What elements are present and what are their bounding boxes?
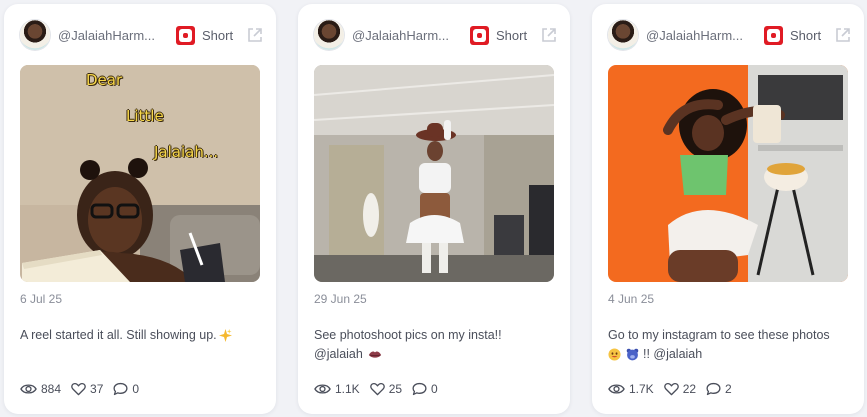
post-caption: See photoshoot pics on my insta!! @jalai… [314, 326, 554, 364]
comments-stat: 2 [706, 382, 732, 396]
card-header: @JalaiahHarm... Short [608, 20, 850, 54]
external-link-icon[interactable] [245, 25, 265, 45]
bear-emoji [627, 348, 639, 361]
sparkles-emoji [218, 329, 232, 343]
post-thumbnail[interactable] [608, 65, 848, 282]
author-handle[interactable]: @JalaiahHarm... [646, 28, 754, 43]
caption-text: Go to my instagram to see these photos [608, 328, 830, 342]
eye-icon [608, 384, 625, 394]
comments-count: 0 [132, 382, 140, 396]
post-date: 4 Jun 25 [608, 292, 655, 306]
post-date: 6 Jul 25 [20, 292, 63, 306]
card-header: @JalaiahHarm... Short [20, 20, 262, 54]
author-handle[interactable]: @JalaiahHarm... [58, 28, 166, 43]
post-stats: 1.7K 22 2 [608, 380, 742, 398]
likes-count: 25 [388, 382, 403, 396]
likes-stat: 22 [663, 382, 697, 396]
heart-icon [71, 383, 86, 396]
likes-stat: 25 [369, 382, 403, 396]
post-type-label: Short [202, 28, 234, 43]
post-caption: Go to my instagram to see these photos !… [608, 326, 848, 364]
post-caption: A reel started it all. Still showing up. [20, 326, 260, 345]
views-count: 884 [41, 382, 62, 396]
likes-count: 22 [682, 382, 697, 396]
post-card[interactable]: @JalaiahHarm... Short [4, 4, 276, 414]
external-link-icon[interactable] [539, 25, 559, 45]
post-date: 29 Jun 25 [314, 292, 367, 306]
views-stat: 884 [20, 382, 61, 396]
post-stats: 1.1K 25 0 [314, 380, 448, 398]
thumbnail-caption-line: Little [126, 107, 164, 125]
card-header: @JalaiahHarm... Short [314, 20, 556, 54]
comments-stat: 0 [113, 382, 139, 396]
lips-emoji [369, 351, 382, 358]
caption-mention[interactable]: @jalaiah [314, 347, 363, 361]
comment-icon [706, 382, 721, 396]
caption-mention[interactable]: !! @jalaiah [643, 347, 702, 361]
post-card[interactable]: @JalaiahHarm... Short [592, 4, 864, 414]
thumbnail-caption-line: Dear [86, 71, 123, 89]
author-handle[interactable]: @JalaiahHarm... [352, 28, 460, 43]
likes-count: 37 [90, 382, 104, 396]
post-type-label: Short [790, 28, 822, 43]
post-card[interactable]: @JalaiahHarm... Short [298, 4, 570, 414]
youtube-icon [470, 26, 489, 45]
caption-text: See photoshoot pics on my insta!! [314, 328, 502, 342]
avatar[interactable] [608, 20, 638, 50]
post-feed: @JalaiahHarm... Short Dear Little Jalaia… [0, 0, 867, 417]
smiling-face-emoji [608, 348, 621, 361]
views-stat: 1.7K [608, 382, 654, 396]
avatar[interactable] [20, 20, 50, 50]
heart-icon [663, 383, 679, 396]
youtube-icon [176, 26, 195, 45]
views-count: 1.1K [335, 382, 360, 396]
comment-icon [113, 382, 128, 396]
comments-count: 0 [431, 382, 438, 396]
likes-stat: 37 [71, 382, 103, 396]
post-stats: 884 37 0 [20, 380, 149, 398]
eye-icon [20, 384, 37, 394]
caption-text: A reel started it all. Still showing up. [20, 328, 217, 342]
views-stat: 1.1K [314, 382, 360, 396]
views-count: 1.7K [629, 382, 654, 396]
youtube-icon [764, 26, 783, 45]
thumbnail-caption-line: Jalaiah... [154, 143, 219, 161]
comments-count: 2 [725, 382, 732, 396]
avatar[interactable] [314, 20, 344, 50]
post-type-label: Short [496, 28, 528, 43]
post-thumbnail[interactable] [314, 65, 554, 282]
eye-icon [314, 384, 331, 394]
comment-icon [412, 382, 427, 396]
external-link-icon[interactable] [833, 25, 853, 45]
comments-stat: 0 [412, 382, 438, 396]
post-thumbnail[interactable]: Dear Little Jalaiah... [20, 65, 260, 282]
heart-icon [369, 383, 385, 396]
